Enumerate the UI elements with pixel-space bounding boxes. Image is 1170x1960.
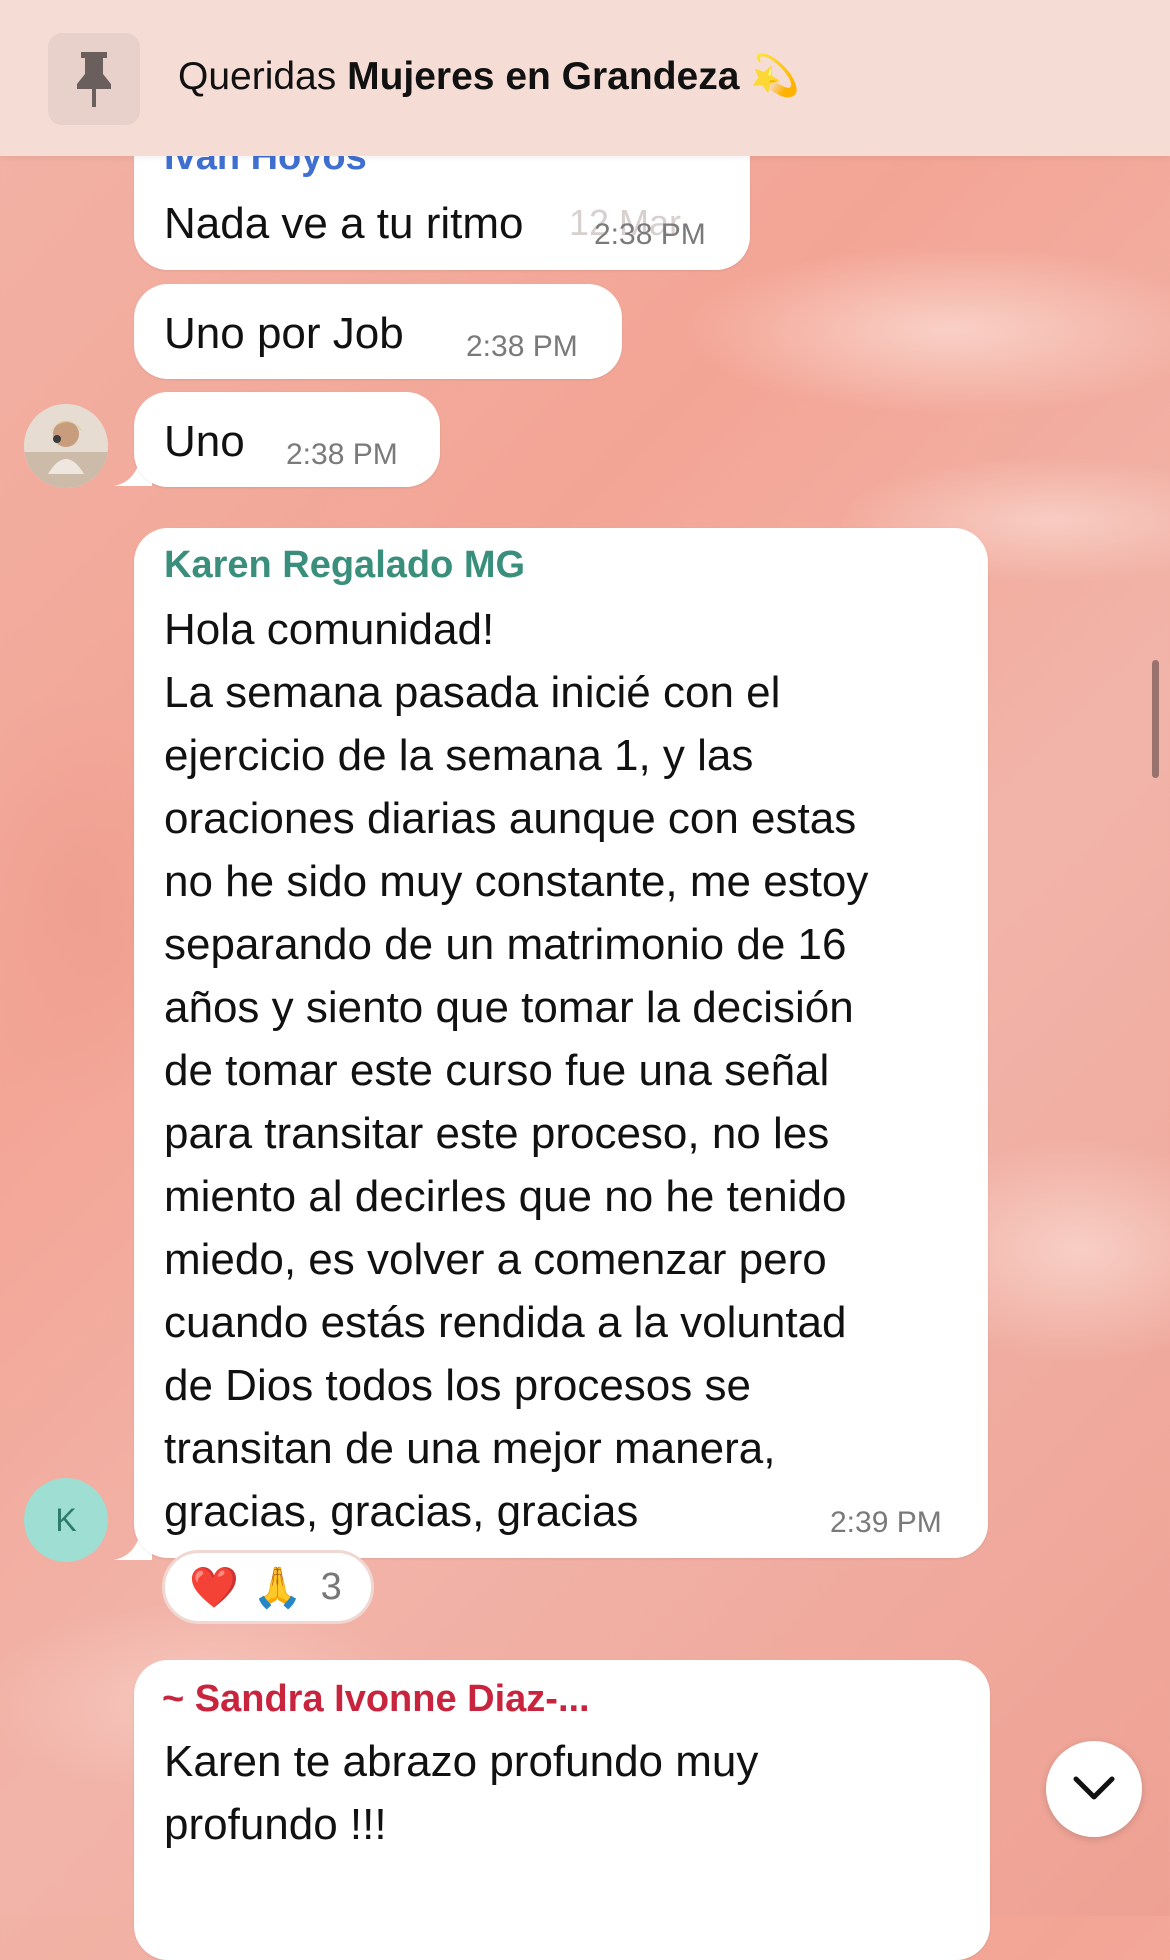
pinned-message-text: Queridas Mujeres en Grandeza 💫	[178, 54, 801, 98]
avatar-initial: K	[55, 1501, 77, 1538]
message-text: Uno	[164, 417, 245, 466]
message-time: 2:38 PM	[594, 218, 706, 251]
message-line: Karen te abrazo profundo muy	[164, 1737, 759, 1786]
message-line: separando de un matrimonio de 16	[164, 920, 847, 969]
sender-avatar-initial[interactable]: K	[24, 1478, 108, 1562]
message-text: Uno por Job	[164, 309, 404, 358]
message-line: de tomar este curso fue una señal	[164, 1046, 830, 1095]
message-time: 2:39 PM	[830, 1506, 942, 1539]
message-line: para transitar este proceso, no les	[164, 1109, 830, 1158]
sender-name[interactable]: ~ Sandra Ivonne Diaz-...	[162, 1678, 590, 1721]
message-line: miedo, es volver a comenzar pero	[164, 1235, 827, 1284]
message-text: Karen te abrazo profundo muy profundo !!…	[164, 1730, 758, 1856]
message-line: oraciones diarias aunque con estas	[164, 794, 857, 843]
message-reactions[interactable]: ❤️ 🙏 3	[162, 1550, 374, 1624]
message-line: La semana pasada inicié con el	[164, 668, 781, 717]
message-line: transitan de una mejor manera,	[164, 1424, 776, 1473]
heart-emoji-icon: ❤️	[189, 1565, 239, 1610]
pray-emoji-icon: 🙏	[252, 1565, 303, 1610]
sender-name[interactable]: Karen Regalado MG	[164, 544, 525, 587]
scrollbar[interactable]	[1152, 660, 1159, 778]
reaction-count: 3	[320, 1565, 342, 1608]
message-bubble[interactable]: ~ Sandra Ivonne Diaz-... Karen te abrazo…	[134, 1660, 990, 1960]
pin-icon[interactable]	[48, 33, 140, 125]
message-time: 2:38 PM	[466, 330, 578, 363]
message-bubble[interactable]: Uno 2:38 PM	[134, 392, 440, 487]
message-time: 2:38 PM	[286, 438, 398, 471]
message-line: miento al decirles que no he tenido	[164, 1172, 847, 1221]
pinned-message-bar[interactable]: Queridas Mujeres en Grandeza 💫	[0, 0, 1170, 156]
message-bubble[interactable]: Uno por Job 2:38 PM	[134, 284, 622, 379]
message-bubble[interactable]: Karen Regalado MG Hola comunidad! La sem…	[134, 528, 988, 1558]
chevron-down-icon	[1073, 1776, 1115, 1800]
message-line: profundo !!!	[164, 1800, 387, 1849]
message-line: ejercicio de la semana 1, y las	[164, 731, 754, 780]
message-line: no he sido muy constante, me estoy	[164, 857, 869, 906]
message-line: cuando estás rendida a la voluntad	[164, 1298, 847, 1347]
message-text: Hola comunidad! La semana pasada inicié …	[164, 598, 964, 1543]
message-line: de Dios todos los procesos se	[164, 1361, 751, 1410]
message-line: Hola comunidad!	[164, 605, 495, 654]
message-text: Nada ve a tu ritmo	[164, 199, 524, 248]
dizzy-emoji-icon: 💫	[750, 54, 801, 98]
message-line: años y siento que tomar la decisión	[164, 983, 854, 1032]
scroll-to-bottom-button[interactable]	[1046, 1741, 1142, 1837]
sender-avatar-photo[interactable]	[24, 404, 108, 488]
